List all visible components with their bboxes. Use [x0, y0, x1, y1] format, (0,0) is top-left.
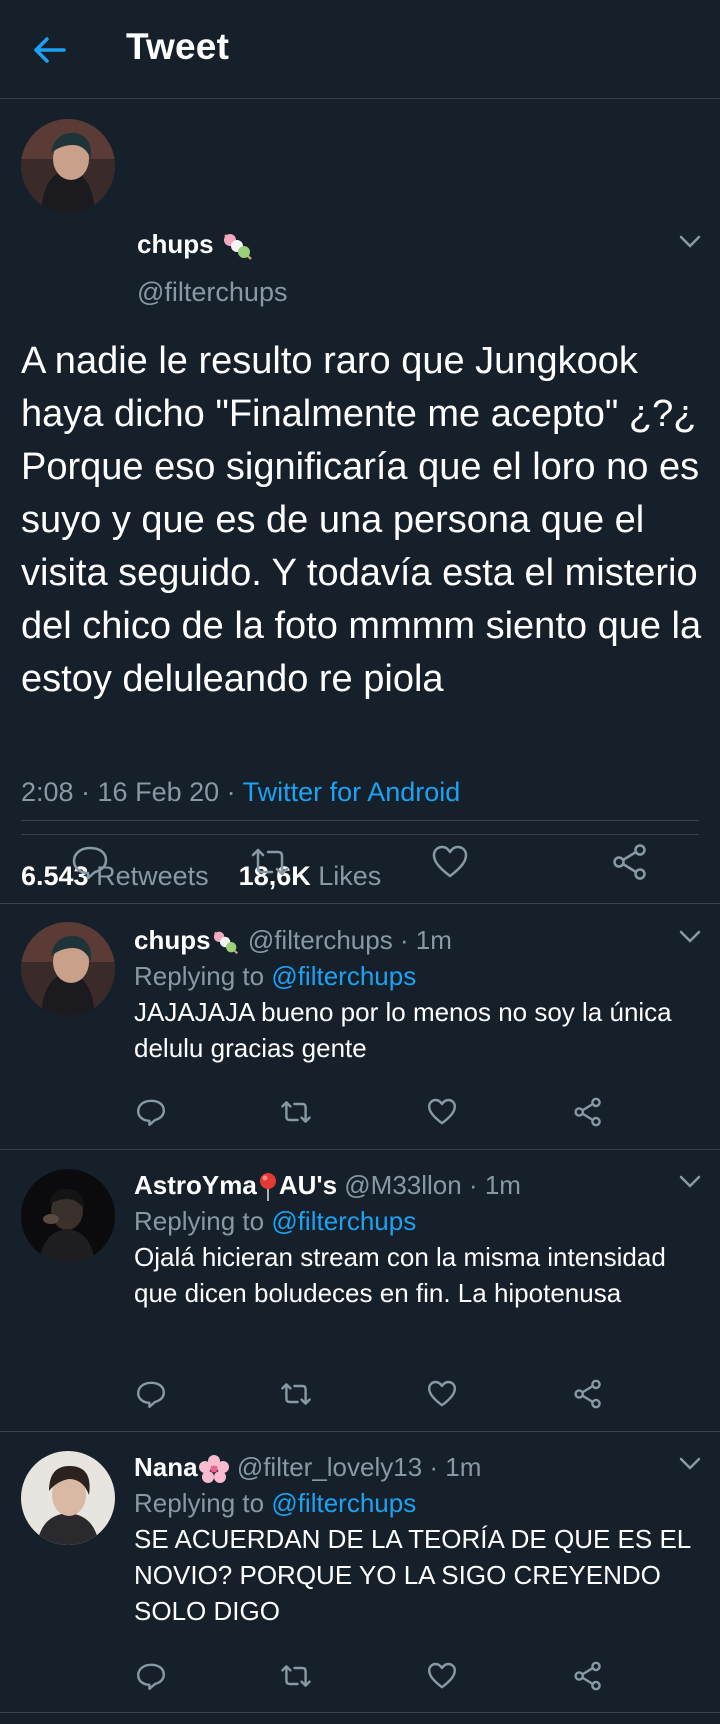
like-icon[interactable] [430, 842, 470, 882]
reply-body: AstroYma AU's @M33llon · 1m Replying to @… [134, 1167, 700, 1311]
reply-action-bar [0, 1096, 720, 1136]
chevron-down-icon[interactable] [679, 235, 701, 249]
retweet-icon[interactable] [250, 842, 290, 882]
share-icon[interactable] [610, 842, 650, 882]
author-name[interactable]: AstroYma [134, 1170, 257, 1200]
reply-text: Ojalá hicieran stream con la misma inten… [134, 1242, 666, 1308]
page-title: Tweet [126, 26, 230, 67]
reply-header: AstroYma AU's @M33llon · 1m [134, 1167, 700, 1203]
tweet-timestamp: 2:08 · 16 Feb 20 · [21, 777, 243, 807]
main-tweet: chups @filterchups A nadie le resulto ra… [0, 99, 720, 904]
author-handle-time: @filterchups · 1m [247, 925, 452, 955]
like-icon[interactable] [426, 1096, 458, 1128]
author-handle[interactable]: @filterchups [137, 277, 287, 308]
tweet-source-link[interactable]: Twitter for Android [243, 777, 461, 807]
share-icon[interactable] [572, 1378, 604, 1410]
main-action-bar [0, 821, 720, 904]
retweet-icon[interactable] [280, 1378, 312, 1410]
replying-to-link[interactable]: @filterchups [271, 961, 416, 991]
author-handle-time: @filter_lovely13 · 1m [236, 1452, 482, 1482]
author-name[interactable]: chups [137, 229, 255, 261]
reply-icon[interactable] [135, 1096, 167, 1128]
top-bar: Tweet [0, 0, 720, 99]
author-name[interactable]: chups [134, 925, 211, 955]
share-icon[interactable] [572, 1660, 604, 1692]
replying-to: Replying to @filterchups [134, 1488, 417, 1518]
author-handle-time: @M33llon · 1m [344, 1170, 521, 1200]
tweet-text: A nadie le resulto raro que Jungkook hay… [21, 340, 702, 700]
reply-icon[interactable] [135, 1660, 167, 1692]
avatar[interactable] [21, 1169, 115, 1263]
reply-text: JAJAJAJA bueno por lo menos no soy la ún… [134, 997, 672, 1063]
tweet-meta: 2:08 · 16 Feb 20 · Twitter for Android [21, 777, 460, 808]
reply-action-bar [0, 1378, 720, 1418]
pin-emoji-icon [259, 1173, 276, 1202]
replying-to: Replying to @filterchups [134, 1206, 417, 1236]
avatar[interactable] [21, 1451, 115, 1545]
retweet-icon[interactable] [280, 1660, 312, 1692]
reply-action-bar [0, 1660, 720, 1700]
like-icon[interactable] [426, 1660, 458, 1692]
replying-to-link[interactable]: @filterchups [271, 1488, 416, 1518]
reply-body: Nana @filter_lovely13 · 1m Replying to @… [134, 1449, 700, 1629]
retweet-icon[interactable] [280, 1096, 312, 1128]
cherry-blossom-emoji-icon [198, 1455, 229, 1484]
replying-to-link[interactable]: @filterchups [271, 1206, 416, 1236]
avatar[interactable] [21, 922, 115, 1016]
reply-header: Nana @filter_lovely13 · 1m [134, 1449, 700, 1485]
reply-body: chups @filterchups · 1m Replying to @fil… [134, 922, 700, 1066]
back-arrow-icon[interactable] [30, 30, 70, 70]
author-name[interactable]: Nana [134, 1452, 198, 1482]
reply-icon[interactable] [135, 998, 167, 1030]
share-icon[interactable] [572, 1096, 604, 1128]
like-icon[interactable] [426, 1378, 458, 1410]
replying-to: Replying to @filterchups [134, 961, 417, 991]
reply-header: chups @filterchups · 1m [134, 922, 700, 958]
reply-icon[interactable] [135, 1378, 167, 1410]
dango-emoji-icon [223, 234, 252, 261]
reply-icon[interactable] [70, 842, 110, 882]
avatar[interactable] [21, 119, 115, 213]
dango-emoji-icon [213, 931, 238, 955]
reply-text: SE ACUERDAN DE LA TEORÍA DE QUE ES EL NO… [134, 1524, 691, 1626]
author-name-suffix[interactable]: AU's [279, 1170, 337, 1200]
